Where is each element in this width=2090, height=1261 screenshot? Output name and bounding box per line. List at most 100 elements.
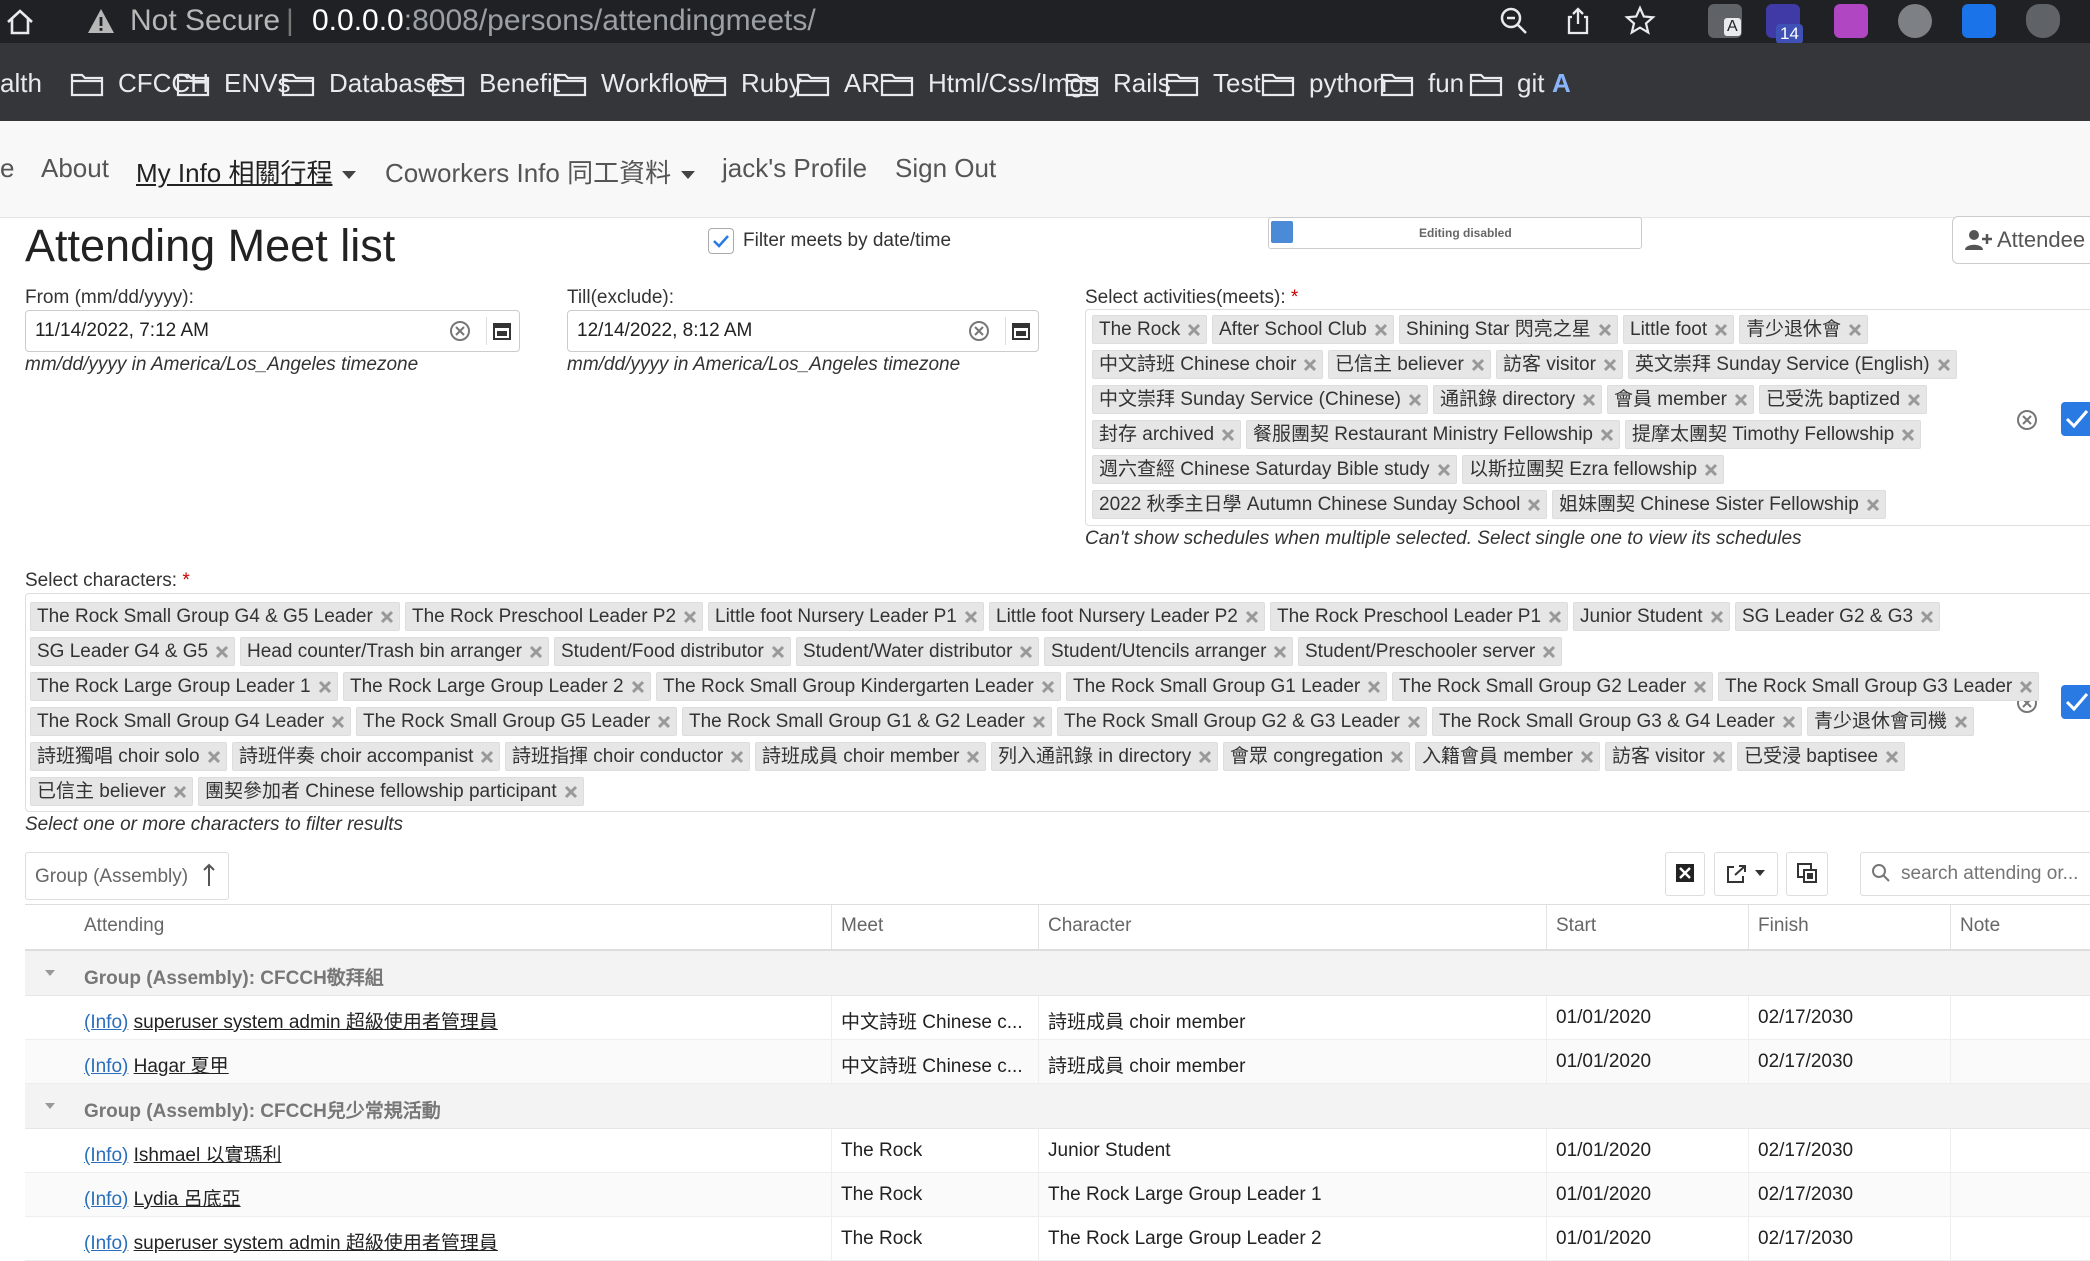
table-row[interactable]: (Info) Ishmael 以實瑪利 The Rock Junior Stud… bbox=[25, 1129, 2090, 1173]
person-link[interactable]: Hagar 夏甲 bbox=[134, 1056, 229, 1077]
extension-gray-icon[interactable] bbox=[1898, 4, 1932, 38]
calendar-icon[interactable] bbox=[1005, 317, 1034, 345]
selected-tag[interactable]: 2022 秋季主日學 Autumn Chinese Sunday School bbox=[1092, 490, 1548, 519]
remove-tag-icon[interactable] bbox=[966, 750, 980, 764]
selected-tag[interactable]: 青少退休會司機 bbox=[1807, 707, 1975, 736]
remove-tag-icon[interactable] bbox=[2019, 680, 2033, 694]
selected-tag[interactable]: 會眾 congregation bbox=[1223, 742, 1411, 771]
group-row[interactable]: Group (Assembly): CFCCH敬拜組 bbox=[25, 951, 2090, 996]
zoom-icon[interactable] bbox=[1498, 5, 1530, 37]
nav-item-signout[interactable]: Sign Out bbox=[895, 153, 996, 184]
remove-tag-icon[interactable] bbox=[1198, 750, 1212, 764]
clear-icon[interactable] bbox=[968, 320, 990, 342]
nav-item-my-info[interactable]: My Info 相關行程 bbox=[136, 153, 357, 190]
selected-tag[interactable]: 已信主 believer bbox=[30, 777, 193, 806]
remove-tag-icon[interactable] bbox=[1937, 358, 1951, 372]
collapse-toggle-icon[interactable] bbox=[45, 1103, 55, 1109]
remove-tag-icon[interactable] bbox=[1885, 750, 1899, 764]
person-link[interactable]: Lydia 呂底亞 bbox=[134, 1189, 241, 1210]
remove-tag-icon[interactable] bbox=[1437, 463, 1451, 477]
info-link[interactable]: (Info) bbox=[84, 1145, 128, 1166]
selected-tag[interactable]: 團契參加者 Chinese fellowship participant bbox=[198, 777, 584, 806]
sort-ascending-icon[interactable] bbox=[202, 862, 216, 888]
remove-tag-icon[interactable] bbox=[1041, 680, 1055, 694]
selected-tag[interactable]: 列入通訊錄 in directory bbox=[991, 742, 1219, 771]
selected-tag[interactable]: After School Club bbox=[1212, 315, 1394, 344]
remove-tag-icon[interactable] bbox=[1542, 645, 1556, 659]
selected-tag[interactable]: The Rock Small Group Kindergarten Leader bbox=[656, 672, 1061, 701]
selected-tag[interactable]: The Rock Small Group G2 & G3 Leader bbox=[1057, 707, 1427, 736]
url-text[interactable]: 0.0.0.0:8008/persons/attendingmeets/ bbox=[312, 4, 816, 38]
extension-translate-icon[interactable]: A bbox=[1708, 4, 1742, 38]
selected-tag[interactable]: 通訊錄 directory bbox=[1433, 385, 1603, 414]
bookmark-partial[interactable]: alth bbox=[0, 68, 42, 99]
info-link[interactable]: (Info) bbox=[84, 1012, 128, 1033]
remove-tag-icon[interactable] bbox=[1600, 428, 1614, 442]
selected-tag[interactable]: 中文詩班 Chinese choir bbox=[1092, 350, 1324, 379]
remove-tag-icon[interactable] bbox=[1548, 610, 1562, 624]
remove-tag-icon[interactable] bbox=[1901, 428, 1915, 442]
remove-tag-icon[interactable] bbox=[207, 750, 221, 764]
extension-puzzle-icon[interactable] bbox=[1834, 4, 1868, 38]
remove-tag-icon[interactable] bbox=[1374, 323, 1388, 337]
remove-tag-icon[interactable] bbox=[730, 750, 744, 764]
remove-tag-icon[interactable] bbox=[1471, 358, 1485, 372]
column-chooser-button[interactable] bbox=[1786, 852, 1828, 896]
remove-tag-icon[interactable] bbox=[1782, 715, 1796, 729]
remove-tag-icon[interactable] bbox=[1603, 358, 1617, 372]
remove-tag-icon[interactable] bbox=[1273, 645, 1287, 659]
remove-tag-icon[interactable] bbox=[215, 645, 229, 659]
characters-select[interactable]: The Rock Small Group G4 & G5 Leader The R… bbox=[25, 593, 2090, 812]
remove-tag-icon[interactable] bbox=[1693, 680, 1707, 694]
remove-tag-icon[interactable] bbox=[631, 680, 645, 694]
column-header-start[interactable]: Start bbox=[1546, 905, 1748, 949]
selected-tag[interactable]: 已信主 believer bbox=[1328, 350, 1491, 379]
selected-tag[interactable]: 訪客 visitor bbox=[1605, 742, 1732, 771]
confirm-selection-button[interactable] bbox=[2061, 685, 2090, 719]
bookmark-partial-right[interactable]: A bbox=[1552, 68, 1571, 99]
nav-item-coworkers[interactable]: Coworkers Info 同工資料 bbox=[385, 153, 696, 190]
selected-tag[interactable]: 詩班成員 choir member bbox=[755, 742, 987, 771]
remove-tag-icon[interactable] bbox=[1714, 323, 1728, 337]
selected-tag[interactable]: The Rock Small Group G3 Leader bbox=[1718, 672, 2040, 701]
export-menu-button[interactable] bbox=[1714, 852, 1778, 896]
remove-tag-icon[interactable] bbox=[1390, 750, 1404, 764]
remove-tag-icon[interactable] bbox=[480, 750, 494, 764]
table-row[interactable]: (Info) superuser system admin 超級使用者管理員 中… bbox=[25, 996, 2090, 1040]
bookmark-folder[interactable]: Workflow bbox=[553, 68, 707, 99]
selected-tag[interactable]: The Rock Preschool Leader P1 bbox=[1270, 602, 1569, 631]
selected-tag[interactable]: Student/Food distributor bbox=[554, 637, 791, 666]
selected-tag[interactable]: 已受洗 baptized bbox=[1759, 385, 1928, 414]
remove-tag-icon[interactable] bbox=[1221, 428, 1235, 442]
extension-shield-icon[interactable] bbox=[2026, 4, 2060, 38]
column-header-meet[interactable]: Meet bbox=[831, 905, 1038, 949]
remove-tag-icon[interactable] bbox=[1408, 393, 1422, 407]
remove-tag-icon[interactable] bbox=[1582, 393, 1596, 407]
remove-tag-icon[interactable] bbox=[380, 610, 394, 624]
selected-tag[interactable]: The Rock Small Group G3 & G4 Leader bbox=[1432, 707, 1802, 736]
editing-toggle[interactable]: Editing disabled bbox=[1268, 217, 1642, 249]
remove-tag-icon[interactable] bbox=[771, 645, 785, 659]
selected-tag[interactable]: The Rock Small Group G4 & G5 Leader bbox=[30, 602, 400, 631]
selected-tag[interactable]: 詩班指揮 choir conductor bbox=[505, 742, 751, 771]
info-link[interactable]: (Info) bbox=[84, 1189, 128, 1210]
person-link[interactable]: Ishmael 以實瑪利 bbox=[134, 1145, 282, 1166]
remove-tag-icon[interactable] bbox=[1303, 358, 1317, 372]
selected-tag[interactable]: Student/Water distributor bbox=[796, 637, 1040, 666]
remove-tag-icon[interactable] bbox=[964, 610, 978, 624]
remove-tag-icon[interactable] bbox=[1734, 393, 1748, 407]
remove-tag-icon[interactable] bbox=[1710, 610, 1724, 624]
remove-tag-icon[interactable] bbox=[1907, 393, 1921, 407]
selected-tag[interactable]: SG Leader G4 & G5 bbox=[30, 637, 236, 666]
selected-tag[interactable]: 餐服團契 Restaurant Ministry Fellowship bbox=[1246, 420, 1620, 449]
bookmark-folder[interactable]: Rails bbox=[1065, 68, 1171, 99]
remove-tag-icon[interactable] bbox=[1704, 463, 1718, 477]
remove-tag-icon[interactable] bbox=[1920, 610, 1934, 624]
remove-tag-icon[interactable] bbox=[1598, 323, 1612, 337]
remove-tag-icon[interactable] bbox=[529, 645, 543, 659]
selected-tag[interactable]: Little foot bbox=[1623, 315, 1735, 344]
selected-tag[interactable]: The Rock bbox=[1092, 315, 1208, 344]
selected-tag[interactable]: The Rock Large Group Leader 1 bbox=[30, 672, 338, 701]
remove-tag-icon[interactable] bbox=[1848, 323, 1862, 337]
info-link[interactable]: (Info) bbox=[84, 1056, 128, 1077]
